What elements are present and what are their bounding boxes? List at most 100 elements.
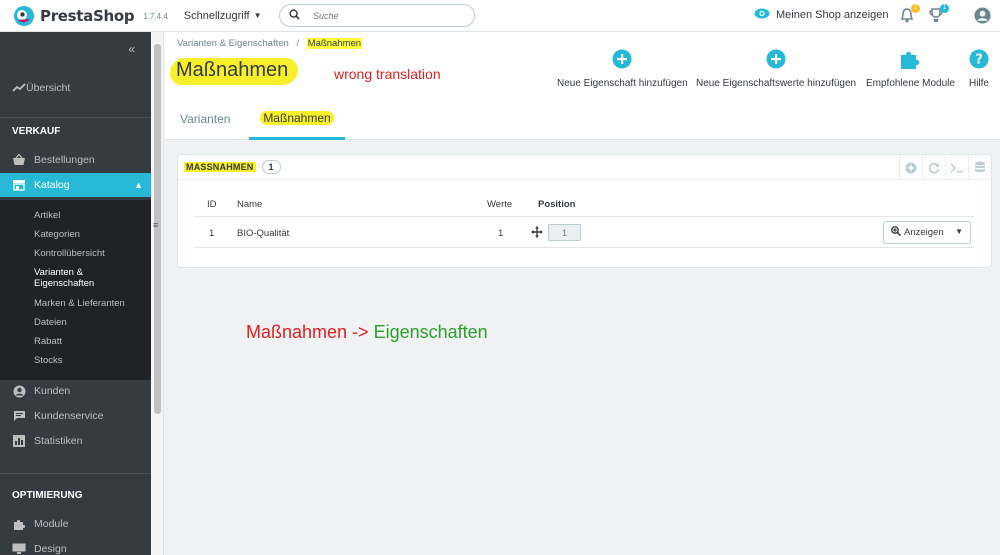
search-input[interactable] <box>313 10 453 21</box>
breadcrumb: Varianten & Eigenschaften / Maßnahmen <box>177 38 363 49</box>
add-feature-button[interactable]: Neue Eigenschaft hinzufügen <box>557 48 688 89</box>
quick-access-label: Schnellzugriff <box>183 9 250 22</box>
submenu-item-stocks[interactable]: Stocks <box>34 355 63 366</box>
drag-move-icon[interactable] <box>531 226 543 241</box>
add-feature-label: Neue Eigenschaft hinzufügen <box>557 78 688 89</box>
quick-access-dropdown[interactable]: Schnellzugriff ▼ <box>184 10 262 22</box>
collapse-sidebar-icon[interactable]: « <box>128 42 135 56</box>
notifications-button[interactable]: 2 <box>899 4 920 27</box>
achievements-button[interactable]: 1 <box>928 4 949 27</box>
view-button[interactable]: Anzeigen ▼ <box>883 221 971 244</box>
chevron-up-icon: ▲ <box>134 180 143 190</box>
sidebar-item-label: Bestellungen <box>34 154 95 166</box>
catalog-submenu <box>0 200 151 380</box>
features-panel: MASSNAHMEN 1 ID Name Werte Position 1 BI… <box>177 154 992 268</box>
caret-down-icon[interactable]: ▼ <box>955 227 963 236</box>
store-icon <box>12 178 26 192</box>
sidebar-section-optimization: OPTIMIERUNG <box>12 490 83 501</box>
database-icon[interactable] <box>968 155 991 180</box>
add-feature-value-button[interactable]: Neue Eigenschaftswerte hinzufügen <box>696 48 856 89</box>
bar-chart-icon <box>12 434 26 448</box>
svg-text:?: ? <box>975 53 983 68</box>
recommended-modules-button[interactable]: Empfohlene Module <box>866 48 955 89</box>
panel-header: MASSNAHMEN 1 <box>178 155 991 180</box>
cell-id: 1 <box>209 228 215 239</box>
column-header-position[interactable]: Position <box>538 199 575 210</box>
sidebar-item-design[interactable]: Design <box>0 537 151 555</box>
add-new-icon[interactable] <box>899 155 922 180</box>
user-avatar-icon[interactable] <box>974 7 991 27</box>
trophy-badge: 1 <box>940 4 949 13</box>
bell-icon <box>899 8 915 27</box>
recommended-modules-label: Empfohlene Module <box>866 78 955 89</box>
submenu-item-monitoring[interactable]: Kontrollübersicht <box>34 248 105 259</box>
refresh-icon[interactable] <box>922 155 945 180</box>
submenu-item-categories[interactable]: Kategorien <box>34 229 80 240</box>
sidebar-item-modules[interactable]: Module <box>0 512 151 536</box>
submenu-item-products[interactable]: Artikel <box>34 210 60 221</box>
view-shop-link[interactable]: Meinen Shop anzeigen <box>754 8 889 22</box>
brand-logo[interactable]: PrestaShop <box>14 5 135 26</box>
puzzle-icon <box>899 48 921 70</box>
notification-badge: 2 <box>911 4 920 13</box>
column-header-name[interactable]: Name <box>237 199 262 210</box>
breadcrumb-separator: / <box>296 38 300 49</box>
breadcrumb-parent[interactable]: Varianten & Eigenschaften <box>177 38 289 49</box>
chat-icon <box>12 409 26 423</box>
help-icon: ? <box>968 48 990 70</box>
panel-actions <box>899 155 991 180</box>
version-label: 1.7.4.4 <box>143 12 168 21</box>
sidebar-item-customers[interactable]: Kunden <box>0 379 151 403</box>
tab-attributes[interactable]: Varianten <box>180 98 230 140</box>
count-badge: 1 <box>261 160 281 174</box>
submenu-item-brands[interactable]: Marken & Lieferanten <box>34 298 125 309</box>
view-shop-label: Meinen Shop anzeigen <box>776 9 889 21</box>
view-button-label: Anzeigen <box>904 227 944 238</box>
cell-name: BIO-Qualität <box>237 228 290 239</box>
sidebar-item-customer-service[interactable]: Kundenservice <box>0 404 151 428</box>
sidebar-item-label: Design <box>34 543 67 555</box>
sidebar-item-stats[interactable]: Statistiken <box>0 429 151 453</box>
tab-label: Varianten <box>180 112 231 126</box>
help-button[interactable]: ? Hilfe <box>968 48 990 89</box>
monitor-icon <box>12 542 26 555</box>
chevron-down-icon: ▼ <box>253 11 262 20</box>
basket-icon <box>12 153 26 167</box>
add-feature-value-label: Neue Eigenschaftswerte hinzufügen <box>696 78 857 89</box>
row-divider <box>194 216 974 217</box>
tab-label: Maßnahmen <box>260 110 334 125</box>
sidebar-item-label: Übersicht <box>26 82 71 94</box>
submenu-item-attributes-features-line2[interactable]: Eigenschaften <box>34 278 94 289</box>
sidebar-item-label: Module <box>34 518 69 530</box>
cell-values: 1 <box>498 228 504 239</box>
tab-features[interactable]: Maßnahmen <box>249 98 345 140</box>
sidebar-item-orders[interactable]: Bestellungen <box>0 148 151 172</box>
submenu-item-attributes-features[interactable]: Varianten & <box>34 267 83 278</box>
sidebar-scrollbar[interactable]: ≡ <box>151 32 164 555</box>
breadcrumb-current: Maßnahmen <box>306 38 363 49</box>
sidebar-item-catalog[interactable]: Katalog ▲ <box>0 173 151 197</box>
trophy-icon <box>928 8 944 27</box>
wrong-translation-annotation: wrong translation <box>334 66 441 82</box>
sidebar-item-label: Statistiken <box>34 435 83 447</box>
sidebar-item-label: Katalog <box>34 179 70 191</box>
sidebar-item-overview[interactable]: Übersicht <box>0 68 151 108</box>
column-header-id[interactable]: ID <box>207 199 217 210</box>
row-divider <box>194 247 974 248</box>
position-input[interactable]: 1 <box>548 224 581 241</box>
column-header-values[interactable]: Werte <box>487 199 512 210</box>
top-header: PrestaShop 1.7.4.4 Schnellzugriff ▼ Mein… <box>0 0 1000 32</box>
annotation-correct-term: Eigenschaften <box>373 322 488 342</box>
prestashop-logo-icon <box>14 5 34 26</box>
panel-title: MASSNAHMEN <box>184 162 256 172</box>
submenu-item-files[interactable]: Dateien <box>34 317 67 328</box>
sidebar-item-label: Kunden <box>34 385 71 397</box>
sidebar-section-sales: VERKAUF <box>12 126 61 137</box>
resize-grip-icon[interactable]: ≡ <box>153 220 158 230</box>
annotation-wrong-term: Maßnahmen -> <box>246 322 369 342</box>
submenu-item-discounts[interactable]: Rabatt <box>34 336 62 347</box>
eye-icon <box>754 8 770 22</box>
search-box[interactable] <box>279 4 475 27</box>
help-label: Hilfe <box>968 78 989 89</box>
terminal-icon[interactable] <box>945 155 968 180</box>
